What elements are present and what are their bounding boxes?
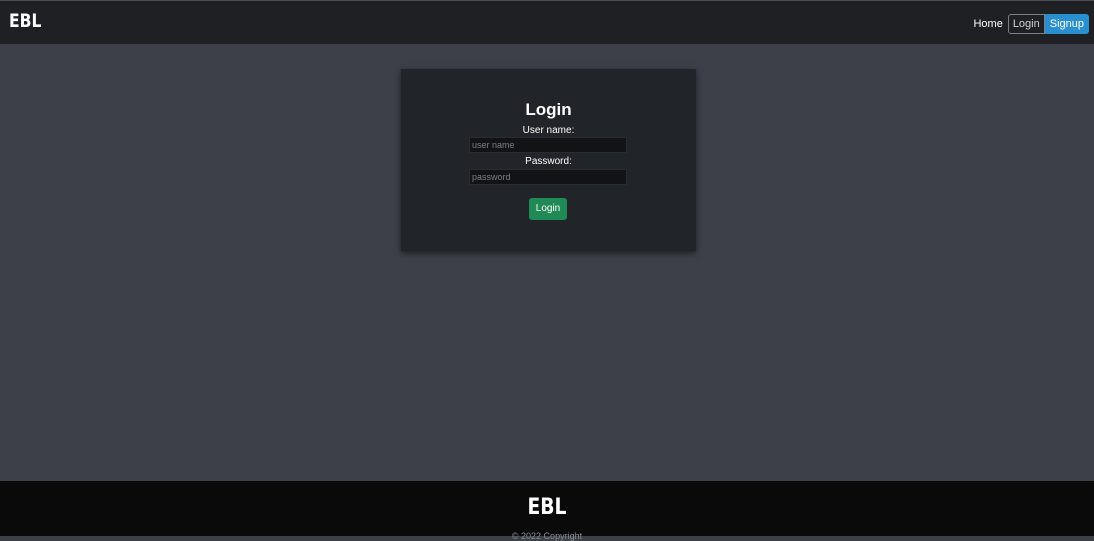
nav-login-button[interactable]: Login: [1007, 14, 1045, 34]
nav-signup-button[interactable]: Signup: [1044, 14, 1089, 34]
username-input[interactable]: [469, 137, 627, 153]
password-input[interactable]: [469, 169, 627, 185]
page-footer: EBL © 2022 Copyright: [0, 481, 1094, 541]
login-title: Login: [525, 100, 572, 119]
footer-copyright: © 2022 Copyright: [511, 531, 583, 541]
nav-links: Home Login Signup: [973, 14, 1089, 34]
top-navbar: EBL Home Login Signup: [0, 0, 1094, 44]
username-label: User name:: [522, 125, 575, 136]
footer-brand-logo: EBL: [527, 495, 567, 520]
login-submit-button[interactable]: Login: [529, 198, 567, 220]
brand-logo[interactable]: EBL: [9, 10, 41, 32]
password-label: Password:: [525, 156, 572, 167]
login-card: Login User name: Password: Login: [401, 69, 696, 251]
nav-home-link[interactable]: Home: [973, 18, 1002, 30]
